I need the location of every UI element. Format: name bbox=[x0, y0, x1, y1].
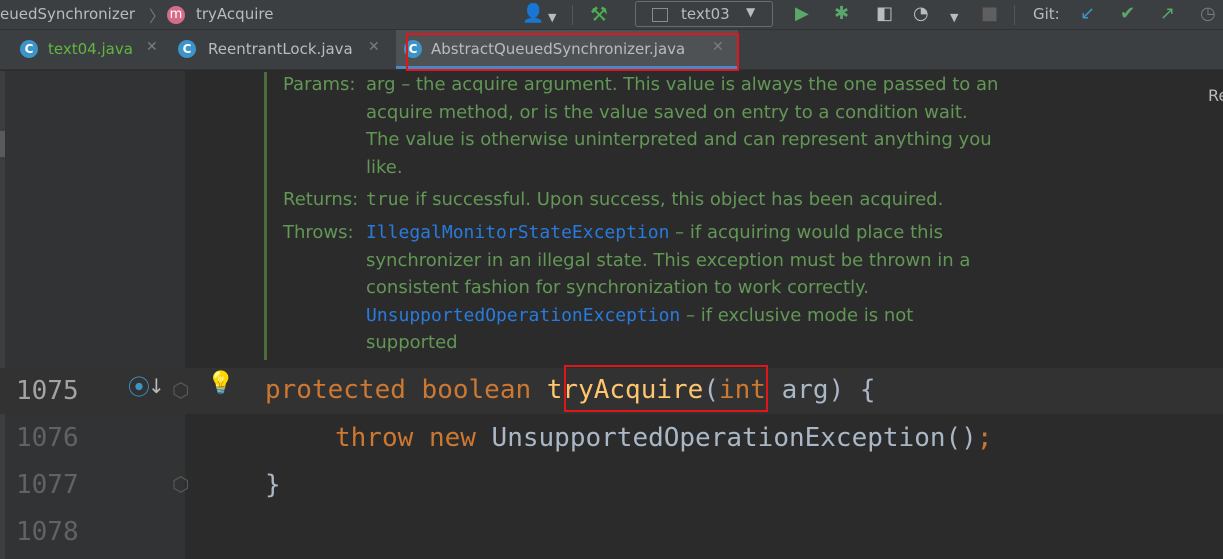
doc-params-line: acquire method, or is the value saved on… bbox=[366, 102, 968, 123]
code-line[interactable]: throw new UnsupportedOperationException(… bbox=[335, 423, 992, 453]
arrow-down-icon[interactable]: ↓ bbox=[148, 374, 165, 398]
lightbulb-icon[interactable]: 💡 bbox=[207, 372, 234, 396]
fold-icon[interactable]: ⬡ bbox=[172, 472, 189, 496]
chevron-down-icon[interactable]: ▼ bbox=[950, 7, 958, 29]
run-config-label: text03 bbox=[681, 5, 730, 23]
tab-label: ReentrantLock.java bbox=[208, 40, 353, 58]
toolbar-divider bbox=[1014, 5, 1015, 25]
keyword: new bbox=[428, 423, 476, 453]
line-number: 1076 bbox=[16, 423, 79, 453]
fold-icon[interactable]: ⬡ bbox=[172, 378, 189, 402]
history-icon[interactable]: ◷ bbox=[1200, 3, 1216, 25]
doc-returns-text: if successful. Upon success, this object… bbox=[409, 189, 944, 210]
doc-throws-line: consistent fashion for synchronization t… bbox=[366, 277, 869, 298]
keyword: boolean bbox=[421, 375, 532, 405]
doc-params-line: The value is otherwise uninterpreted and… bbox=[366, 129, 992, 150]
navigation-toolbar: euedSynchronizer 〉 m tryAcquire 👤 ▼ ⚒ te… bbox=[0, 0, 1223, 30]
git-update-icon[interactable]: ↙ bbox=[1080, 3, 1095, 25]
breadcrumb-separator: 〉 bbox=[149, 7, 166, 26]
toolbar-divider bbox=[572, 5, 573, 25]
coverage-icon[interactable]: ◧ bbox=[876, 3, 893, 25]
doc-exception-link[interactable]: UnsupportedOperationException bbox=[366, 305, 680, 326]
method-icon: m bbox=[167, 6, 185, 24]
semicolon: ; bbox=[976, 423, 993, 453]
line-number: 1077 bbox=[16, 470, 79, 500]
doc-throws-line: supported bbox=[366, 332, 458, 353]
reader-mode-label[interactable]: Re bbox=[1208, 86, 1223, 105]
doc-params-line: arg – the acquire argument. This value i… bbox=[366, 74, 999, 95]
doc-params-line: like. bbox=[366, 157, 403, 178]
code-line[interactable]: } bbox=[265, 470, 281, 500]
doc-returns-code: true bbox=[366, 189, 410, 210]
git-commit-icon[interactable]: ✔ bbox=[1120, 3, 1135, 25]
doc-throws-line: synchronizer in an illegal state. This e… bbox=[366, 250, 971, 271]
profile-icon[interactable]: ◔ bbox=[913, 3, 929, 25]
git-label: Git: bbox=[1033, 5, 1060, 23]
doc-returns-line: true if successful. Upon success, this o… bbox=[366, 189, 943, 211]
run-config-select[interactable]: text03 ▼ bbox=[635, 1, 773, 27]
tab-text04[interactable]: C text04.java ✕ bbox=[10, 30, 168, 69]
hammer-icon[interactable]: ⚒ bbox=[590, 3, 608, 25]
debug-icon[interactable]: ✱ bbox=[834, 3, 849, 25]
doc-throws-tag: Throws: bbox=[283, 222, 354, 243]
doc-params-tag: Params: bbox=[283, 74, 356, 95]
close-icon[interactable]: ✕ bbox=[368, 39, 380, 55]
doc-comment-bar bbox=[264, 72, 267, 360]
doc-throws-text: – if acquiring would place this bbox=[669, 222, 943, 243]
doc-throws-line: IllegalMonitorStateException – if acquir… bbox=[366, 222, 943, 244]
breadcrumb-class[interactable]: euedSynchronizer bbox=[0, 5, 135, 23]
highlight-box-tab bbox=[406, 33, 739, 71]
doc-throws-text: – if exclusive mode is not bbox=[680, 305, 914, 326]
chevron-down-icon: ▼ bbox=[746, 5, 756, 19]
code-text: } bbox=[265, 470, 281, 500]
tab-label: text04.java bbox=[48, 40, 133, 58]
code-text: UnsupportedOperationException() bbox=[475, 423, 977, 453]
breadcrumb-method[interactable]: tryAcquire bbox=[196, 5, 273, 23]
stop-icon[interactable]: ■ bbox=[981, 3, 998, 25]
doc-returns-tag: Returns: bbox=[283, 189, 359, 210]
git-push-icon[interactable]: ↗ bbox=[1160, 3, 1175, 25]
line-number: 1078 bbox=[16, 517, 79, 547]
close-icon[interactable]: ✕ bbox=[146, 39, 158, 55]
run-config-icon bbox=[652, 8, 668, 22]
keyword: protected bbox=[265, 375, 406, 405]
keyword: throw bbox=[335, 423, 414, 453]
class-icon: C bbox=[20, 40, 38, 58]
run-icon[interactable]: ▶ bbox=[795, 3, 809, 25]
user-icon[interactable]: 👤 bbox=[522, 3, 544, 25]
doc-exception-link[interactable]: IllegalMonitorStateException bbox=[366, 222, 669, 243]
highlight-box-method bbox=[564, 365, 768, 412]
user-dropdown-icon[interactable]: ▼ bbox=[548, 7, 556, 29]
line-number: 1075 bbox=[16, 376, 79, 406]
code-text: arg) { bbox=[765, 375, 876, 405]
tab-reentrantlock[interactable]: C ReentrantLock.java ✕ bbox=[168, 30, 396, 69]
doc-throws-line: UnsupportedOperationException – if exclu… bbox=[366, 305, 913, 327]
class-icon: C bbox=[178, 40, 196, 58]
implemented-method-icon[interactable]: ⦿ bbox=[128, 377, 150, 401]
